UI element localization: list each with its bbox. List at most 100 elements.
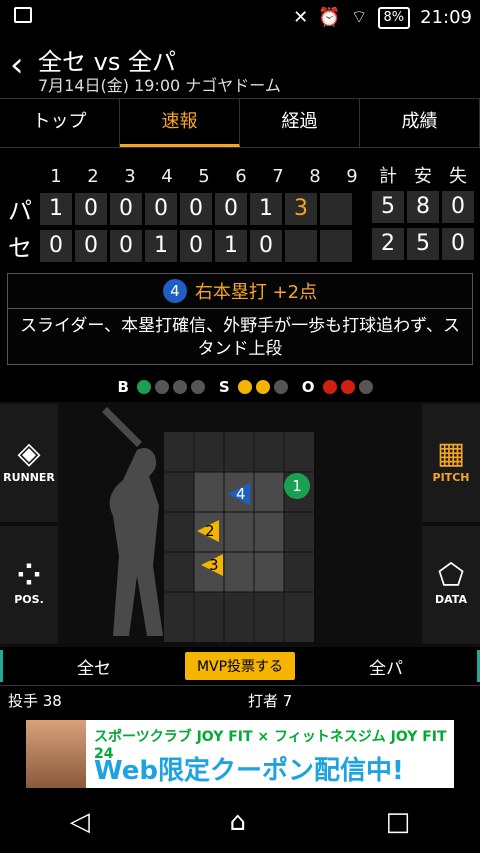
out-light <box>340 380 355 394</box>
pitch-label: PITCH <box>432 471 470 484</box>
inning-header: 4 <box>161 166 173 187</box>
inning-score: 1 <box>215 229 247 262</box>
play-headline: 右本塁打 +2点 <box>194 282 318 303</box>
balls-label: B <box>117 378 129 396</box>
inning-score: 0 <box>110 229 142 262</box>
wifi-icon: ⌔ <box>350 7 368 28</box>
ball-light <box>172 380 187 394</box>
home-icon[interactable]: ⌂ <box>229 807 246 837</box>
strike-light <box>255 380 270 394</box>
inning-header: 6 <box>235 166 247 187</box>
pitch-number: 1 <box>284 473 310 499</box>
header: ‹ 全セ vs 全パ 7月14日(金) 19:00 ナゴヤドーム <box>0 34 480 98</box>
position-button[interactable]: ⁘ POS. <box>0 526 58 644</box>
score-row-se: セ 0 0 0 1 0 1 0 <box>8 228 352 263</box>
inning-score: 3 <box>285 192 317 225</box>
batter-label: 打者 7 <box>240 685 480 721</box>
radar-chart-icon: ⬠ <box>437 558 465 593</box>
tab-bar: トップ 速報 経過 成績 <box>0 98 480 148</box>
back-icon[interactable]: ‹ <box>10 48 24 82</box>
ball-light <box>136 380 151 394</box>
tab-live[interactable]: 速報 <box>120 99 240 147</box>
pitch-view: ◈ RUNNER ⁘ POS. ▦ PITCH ⬠ DATA 1 4 2 3 <box>0 402 480 647</box>
ad-photo <box>26 720 86 788</box>
team-pacific: 全パ <box>369 658 404 679</box>
play-description: スライダー、本塁打確信、外野手が一歩も打球追わず、スタンド上段 <box>20 316 460 359</box>
inning-score: 0 <box>75 229 107 262</box>
diamond-icon: ◈ <box>17 436 41 471</box>
inning-score <box>320 192 352 225</box>
runner-label: RUNNER <box>3 471 55 484</box>
back-nav-icon[interactable]: ◁ <box>70 807 90 837</box>
total-runs: 5 <box>372 191 404 223</box>
total-header: 失 <box>449 166 467 187</box>
inning-score: 0 <box>110 192 142 225</box>
pitch-marker: 1 <box>284 473 310 499</box>
position-label: POS. <box>14 593 44 606</box>
gallery-icon <box>14 7 32 23</box>
inning-header: 1 <box>50 166 62 187</box>
data-label: DATA <box>435 593 467 606</box>
inning-header: 8 <box>309 166 321 187</box>
runner-button[interactable]: ◈ RUNNER <box>0 404 58 522</box>
recents-icon[interactable]: □ <box>386 807 411 837</box>
pitch-number: 4 <box>236 485 246 503</box>
score-row-pa: パ 1 0 0 0 0 0 1 3 <box>8 191 352 226</box>
strike-light <box>273 380 288 394</box>
mvp-bar: 全セ MVP投票する 全パ <box>0 650 480 682</box>
team-central: 全セ <box>76 658 111 679</box>
inning-header: 5 <box>198 166 210 187</box>
nav-bar: ◁ ⌂ □ <box>0 790 480 853</box>
inning-score: 0 <box>180 229 212 262</box>
game-info: 7月14日(金) 19:00 ナゴヤドーム <box>38 76 281 95</box>
inning-score <box>285 229 317 262</box>
tab-top[interactable]: トップ <box>0 99 120 147</box>
batter-silhouette <box>102 407 163 636</box>
inning-score: 0 <box>180 192 212 225</box>
team-label: セ <box>8 234 32 262</box>
pitch-marker: 3 <box>201 554 223 576</box>
ball-light <box>190 380 205 394</box>
tab-stats[interactable]: 成績 <box>360 99 480 147</box>
data-button[interactable]: ⬠ DATA <box>422 526 480 644</box>
out-light <box>358 380 373 394</box>
pitch-marker: 4 <box>228 483 250 505</box>
clock: 21:09 <box>420 7 472 28</box>
inning-header: 3 <box>124 166 136 187</box>
total-hits: 8 <box>407 191 439 223</box>
mvp-vote-button[interactable]: MVP投票する <box>184 652 296 680</box>
inning-score: 1 <box>40 192 72 225</box>
field-positions-icon: ⁘ <box>16 558 42 593</box>
out-light <box>322 380 337 394</box>
tab-progress[interactable]: 経過 <box>240 99 360 147</box>
mute-icon: ✕ <box>293 7 309 28</box>
inning-score: 0 <box>40 229 72 262</box>
play-result: 4 右本塁打 +2点 スライダー、本塁打確信、外野手が一歩も打球追わず、スタンド… <box>7 273 473 365</box>
inning-score: 0 <box>215 192 247 225</box>
inning-score: 1 <box>250 192 282 225</box>
inning-header: 9 <box>346 166 358 187</box>
inning-score: 0 <box>250 229 282 262</box>
total-header: 安 <box>414 166 432 187</box>
outs-label: O <box>301 378 315 396</box>
pitch-marker: 2 <box>197 520 219 542</box>
pitcher-label: 投手 38 <box>0 685 240 721</box>
inning-header: 7 <box>272 166 284 187</box>
inning-score: 0 <box>75 192 107 225</box>
total-runs: 2 <box>372 228 404 260</box>
inning-score: 1 <box>145 229 177 262</box>
ball-light <box>154 380 169 394</box>
scoreboard: 1 2 3 4 5 6 7 8 9 計 安 失 パ 1 0 0 0 0 0 1 … <box>0 155 480 265</box>
ad-line-2: Web限定クーポン配信中! <box>94 756 404 786</box>
team-label: パ <box>8 197 32 225</box>
strike-zone-icon: ▦ <box>436 436 466 471</box>
status-bar: ✕ ⏰ ⌔ 8% 21:09 <box>0 0 480 34</box>
pitch-number: 3 <box>209 556 219 574</box>
strike-light <box>237 380 252 394</box>
battery-indicator: 8% <box>377 6 411 29</box>
inning-score <box>320 229 352 262</box>
player-info: 投手 38 打者 7 <box>0 685 480 721</box>
ad-banner[interactable]: スポーツクラブ JOY FIT × フィットネスジム JOY FIT 24 We… <box>26 720 454 788</box>
total-header: 計 <box>379 166 397 187</box>
pitch-button[interactable]: ▦ PITCH <box>422 404 480 522</box>
